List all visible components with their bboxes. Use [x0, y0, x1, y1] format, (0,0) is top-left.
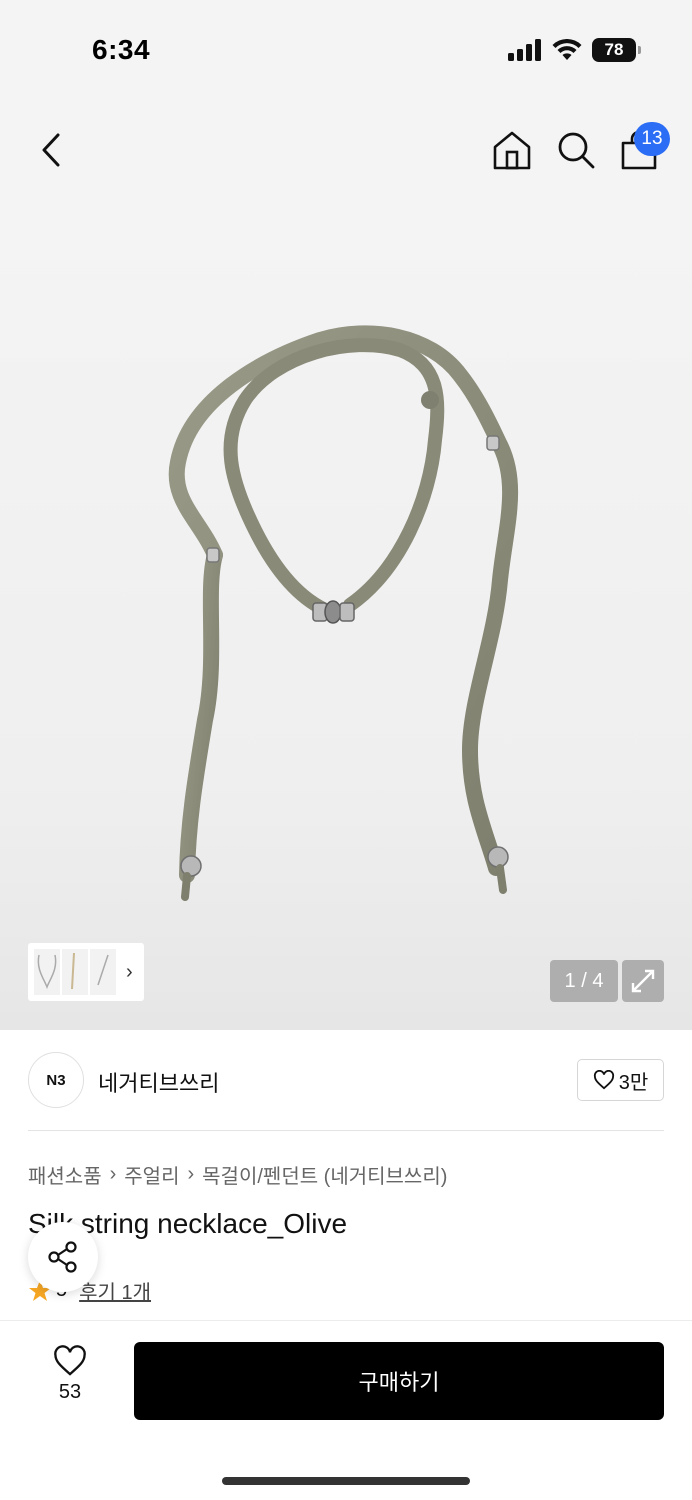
battery-indicator: 78	[592, 38, 641, 62]
status-time: 6:34	[92, 34, 151, 65]
chevron-right-icon: ›	[187, 1163, 195, 1185]
chevron-right-icon: ›	[109, 1163, 117, 1185]
brand-like-count: 3만	[618, 1071, 649, 1094]
breadcrumb-item[interactable]: 패션소품	[28, 1160, 102, 1189]
wifi-icon	[552, 39, 582, 60]
breadcrumb-item[interactable]: 주얼리	[124, 1160, 179, 1189]
heart-icon	[593, 1070, 614, 1090]
heart-icon	[54, 1345, 86, 1376]
search-button[interactable]	[556, 130, 596, 170]
back-button[interactable]	[34, 130, 68, 170]
chevron-left-icon	[42, 133, 60, 167]
wishlist-count: 53	[58, 1381, 82, 1403]
review-link[interactable]: 후기 1개	[79, 1276, 151, 1305]
thumbnail-1[interactable]	[34, 949, 60, 995]
expand-icon	[631, 969, 655, 993]
product-image-gallery[interactable]: › 1 / 4	[0, 200, 692, 1030]
brand-logo[interactable]: N3	[28, 1052, 84, 1108]
thumbnail-3[interactable]	[90, 949, 116, 995]
home-indicator	[222, 1477, 470, 1485]
thumbnail-2[interactable]	[62, 949, 88, 995]
share-button[interactable]	[28, 1222, 98, 1292]
wishlist-button[interactable]: 53	[40, 1345, 100, 1415]
brand-like-button[interactable]: 3만	[577, 1059, 664, 1101]
brand-row: N3 네거티브쓰리 3만	[0, 1030, 692, 1130]
signal-icon	[508, 39, 541, 61]
product-photo-necklace	[168, 325, 519, 901]
share-icon	[48, 1241, 77, 1273]
bottom-action-bar: 53 구매하기	[0, 1320, 692, 1500]
expand-button[interactable]	[622, 960, 664, 1002]
breadcrumb: 패션소품 › 주얼리 › 목걸이/펜던트 (네거티브쓰리)	[28, 1160, 447, 1189]
thumbnail-strip[interactable]: ›	[28, 943, 144, 1001]
divider	[28, 1130, 664, 1131]
breadcrumb-item[interactable]: 목걸이/펜던트 (네거티브쓰리)	[202, 1160, 447, 1189]
buy-button[interactable]: 구매하기	[134, 1342, 664, 1420]
top-navbar	[0, 100, 692, 200]
home-button[interactable]	[492, 130, 532, 170]
home-icon	[493, 131, 531, 170]
image-counter: 1 / 4	[550, 960, 618, 1002]
status-bar: 6:34 78	[0, 0, 692, 100]
status-icons: 78	[508, 38, 641, 62]
search-icon	[558, 132, 595, 169]
chevron-right-icon[interactable]: ›	[126, 961, 133, 984]
cart-count-badge: 13	[634, 122, 670, 156]
brand-name[interactable]: 네거티브쓰리	[98, 1066, 219, 1098]
